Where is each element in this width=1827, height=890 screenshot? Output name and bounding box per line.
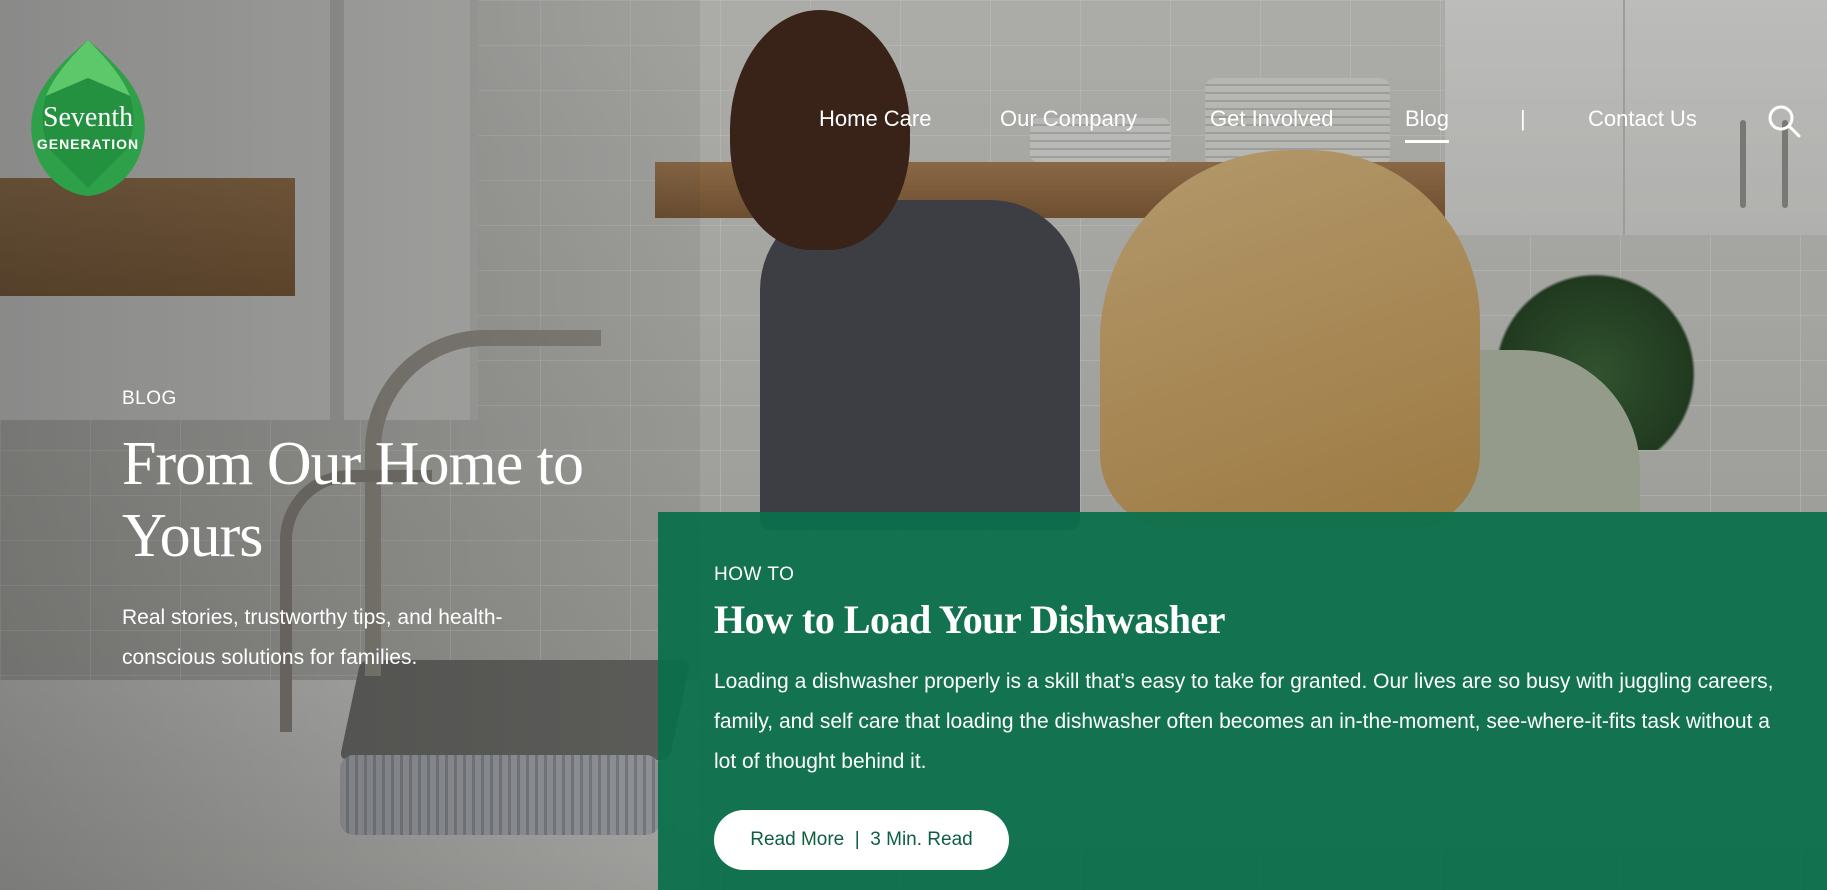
- nav-get-involved[interactable]: Get Involved: [1210, 106, 1334, 132]
- nav-blog[interactable]: Blog: [1405, 106, 1450, 143]
- nav-contact-us[interactable]: Contact Us: [1588, 106, 1697, 132]
- article-category: HOW TO: [714, 564, 795, 585]
- hero-title: From Our Home to Yours: [122, 430, 584, 570]
- logo-text-generation: GENERATION: [36, 136, 140, 152]
- nav-our-company[interactable]: Our Company: [1000, 106, 1137, 132]
- hero-subtitle: Real stories, trustworthy tips, and heal…: [122, 606, 503, 669]
- featured-article-card: HOW TO How to Load Your Dishwasher Loadi…: [658, 512, 1827, 890]
- article-title[interactable]: How to Load Your Dishwasher: [714, 596, 1226, 643]
- nav-home-care[interactable]: Home Care: [819, 106, 931, 132]
- read-more-button[interactable]: Read More | 3 Min. Read: [714, 810, 1009, 870]
- article-excerpt: Loading a dishwasher properly is a skill…: [714, 670, 1774, 773]
- hero-eyebrow: BLOG: [122, 388, 177, 409]
- nav-divider: |: [1520, 106, 1526, 131]
- logo-text-seventh: Seventh: [42, 102, 134, 133]
- search-icon[interactable]: [1767, 104, 1801, 138]
- seventh-generation-logo[interactable]: Seventh GENERATION: [26, 38, 150, 196]
